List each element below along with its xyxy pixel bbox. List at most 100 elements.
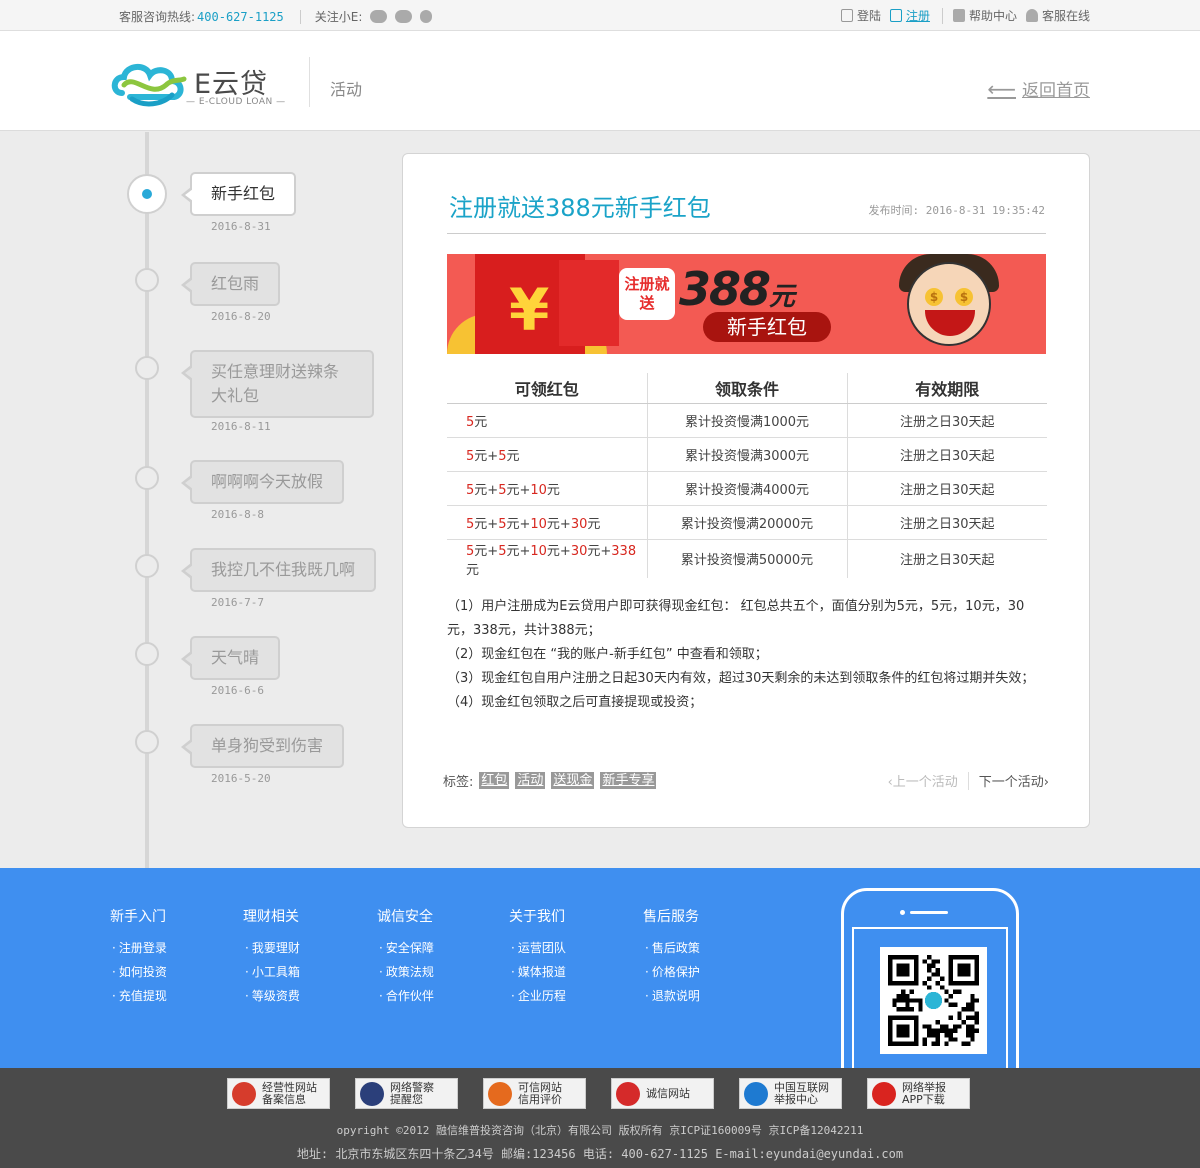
table-row: 5元+5元+10元 累计投资慢满4000元 注册之日30天起 bbox=[447, 471, 1047, 506]
timeline-node[interactable] bbox=[135, 268, 159, 292]
footer-link[interactable]: 充值提现 bbox=[110, 984, 167, 1008]
certification-badge[interactable]: 网络举报 APP下载 bbox=[867, 1078, 970, 1109]
footer-link[interactable]: 媒体报道 bbox=[509, 960, 566, 984]
dollar-eye-icon: $ bbox=[925, 288, 943, 306]
reward-amount: 10 bbox=[530, 482, 547, 498]
yen-icon: ¥ bbox=[509, 276, 550, 344]
help-label: 帮助中心 bbox=[968, 9, 1017, 23]
article-card: 注册就送388元新手红包 发布时间: 2016-8-31 19:35:42 ¥ … bbox=[402, 153, 1090, 828]
tag-link[interactable]: 新手专享 bbox=[600, 772, 657, 789]
footer-link[interactable]: 如何投资 bbox=[110, 960, 167, 984]
footer-column: 诚信安全安全保障政策法规合作伙伴 bbox=[377, 906, 434, 1008]
validity-cell: 注册之日30天起 bbox=[846, 403, 1047, 438]
reward-unit: 元+ bbox=[506, 543, 531, 559]
footer-link[interactable]: 我要理财 bbox=[243, 936, 300, 960]
footer-column-title: 新手入门 bbox=[110, 909, 166, 925]
badge-label: 中国互联网 bbox=[774, 1080, 829, 1094]
timeline-node[interactable] bbox=[135, 554, 159, 578]
reward-unit: 元+ bbox=[474, 482, 499, 498]
site-header: E云贷 — E-CLOUD LOAN — 活动 ⟵ 返回首页 bbox=[0, 31, 1200, 131]
qq-icon[interactable] bbox=[420, 10, 433, 23]
timeline-item-date: 2016-5-20 bbox=[211, 772, 271, 785]
timeline-item-title[interactable]: 单身狗受到伤害 bbox=[180, 724, 345, 768]
badge-icon bbox=[872, 1081, 896, 1106]
footer-column: 新手入门注册登录如何投资充值提现 bbox=[110, 906, 167, 1008]
footer-link[interactable]: 运营团队 bbox=[509, 936, 566, 960]
validity-cell: 注册之日30天起 bbox=[846, 505, 1047, 540]
badge-label: 网络举报 bbox=[902, 1080, 946, 1094]
service-label: 客服在线 bbox=[1041, 9, 1090, 23]
timeline-node[interactable] bbox=[135, 356, 159, 380]
tag-link[interactable]: 红包 bbox=[479, 772, 510, 789]
tag-link[interactable]: 送现金 bbox=[551, 772, 595, 789]
table-row: 5元 累计投资慢满1000元 注册之日30天起 bbox=[447, 403, 1047, 438]
reward-unit: 元+ bbox=[474, 543, 499, 559]
table-header-row: 可领红包 领取条件 有效期限 bbox=[447, 373, 1047, 404]
timeline-node[interactable] bbox=[135, 730, 159, 754]
column-header: 可领红包 bbox=[447, 373, 647, 404]
divider bbox=[447, 233, 1046, 234]
online-service-link[interactable]: 客服在线 bbox=[1025, 7, 1090, 24]
timeline-line bbox=[145, 132, 149, 868]
logo[interactable]: E云贷 — E-CLOUD LOAN — bbox=[110, 59, 295, 111]
footer-link[interactable]: 政策法规 bbox=[377, 960, 434, 984]
next-activity-link[interactable]: 下一个活动› bbox=[979, 771, 1049, 790]
footer-link[interactable]: 合作伙伴 bbox=[377, 984, 434, 1008]
rules-notes: （1）用户注册成为E云贷用户即可获得现金红包： 红包总共五个，面值分别为5元，5… bbox=[447, 595, 1049, 715]
footer-column: 关于我们运营团队媒体报道企业历程 bbox=[509, 906, 566, 1008]
table-row: 5元+5元+10元+30元+338元 累计投资慢满50000元 注册之日30天起 bbox=[447, 539, 1047, 578]
address-text: 地址: 北京市东城区东四十条乙34号 邮编:123456 电话: 400-627… bbox=[296, 1147, 904, 1161]
badge-label: 备案信息 bbox=[262, 1092, 306, 1106]
badge-icon bbox=[616, 1081, 640, 1106]
reward-unit: 元 bbox=[506, 448, 520, 464]
footer-link[interactable]: 退款说明 bbox=[643, 984, 700, 1008]
help-center-link[interactable]: 帮助中心 bbox=[952, 7, 1017, 24]
timeline-item-title[interactable]: 买任意理财送辣条大礼包 bbox=[181, 350, 374, 418]
certification-badge[interactable]: 中国互联网 举报中心 bbox=[739, 1078, 842, 1109]
tag-link[interactable]: 活动 bbox=[515, 772, 546, 789]
timeline-item-title[interactable]: 红包雨 bbox=[180, 262, 281, 306]
wechat-icon[interactable] bbox=[370, 10, 388, 23]
footer-column: 售后服务售后政策价格保护退款说明 bbox=[643, 906, 700, 1008]
condition-cell: 累计投资慢满3000元 bbox=[646, 437, 847, 472]
footer-link[interactable]: 小工具箱 bbox=[243, 960, 300, 984]
footer-link[interactable]: 售后政策 bbox=[643, 936, 700, 960]
weibo-icon[interactable] bbox=[395, 10, 413, 23]
certification-badge[interactable]: 诚信网站 bbox=[611, 1078, 714, 1109]
certification-badge[interactable]: 网络警察 提醒您 bbox=[355, 1078, 458, 1109]
phone-frame bbox=[841, 888, 1019, 1068]
badge-label: 可信网站 bbox=[518, 1080, 562, 1094]
timeline-item-title[interactable]: 啊啊啊今天放假 bbox=[180, 460, 345, 504]
reward-unit: 元 bbox=[587, 516, 601, 532]
certification-badge[interactable]: 可信网站 信用评价 bbox=[483, 1078, 586, 1109]
timeline-item-date: 2016-8-11 bbox=[211, 420, 271, 433]
condition-cell: 累计投资慢满1000元 bbox=[646, 403, 847, 438]
badge-label: 经营性网站 bbox=[262, 1080, 317, 1094]
footer-link[interactable]: 等级资费 bbox=[243, 984, 300, 1008]
timeline-item-title[interactable]: 天气晴 bbox=[180, 636, 281, 680]
timeline-node[interactable] bbox=[135, 466, 159, 490]
back-home-link[interactable]: ⟵ 返回首页 bbox=[987, 76, 1090, 102]
timeline-item-title[interactable]: 我控几不住我既几啊 bbox=[180, 548, 377, 592]
footer-column-title: 售后服务 bbox=[643, 909, 699, 925]
footer-link[interactable]: 安全保障 bbox=[377, 936, 434, 960]
reward-unit: 元 bbox=[546, 482, 560, 498]
brand-name: E云贷 bbox=[194, 69, 269, 100]
reward-amount: 10 bbox=[530, 516, 547, 532]
reward-unit: 元+ bbox=[474, 448, 499, 464]
timeline-node[interactable] bbox=[127, 174, 167, 214]
register-link[interactable]: 注册 bbox=[889, 7, 930, 24]
badge-label: 诚信网站 bbox=[646, 1086, 690, 1100]
timeline-item-title[interactable]: 新手红包 bbox=[180, 172, 297, 216]
certification-badge[interactable]: 经营性网站 备案信息 bbox=[227, 1078, 330, 1109]
footer-link[interactable]: 价格保护 bbox=[643, 960, 700, 984]
login-link[interactable]: 登陆 bbox=[840, 7, 881, 24]
footer-link[interactable]: 企业历程 bbox=[509, 984, 566, 1008]
footer-link[interactable]: 注册登录 bbox=[110, 936, 167, 960]
prev-activity-link[interactable]: ‹上一个活动 bbox=[888, 771, 958, 790]
section-title: 活动 bbox=[330, 80, 363, 99]
qr-code[interactable] bbox=[880, 947, 987, 1054]
footer-column-title: 理财相关 bbox=[243, 909, 299, 925]
timeline-node[interactable] bbox=[135, 642, 159, 666]
column-header: 领取条件 bbox=[646, 373, 847, 404]
